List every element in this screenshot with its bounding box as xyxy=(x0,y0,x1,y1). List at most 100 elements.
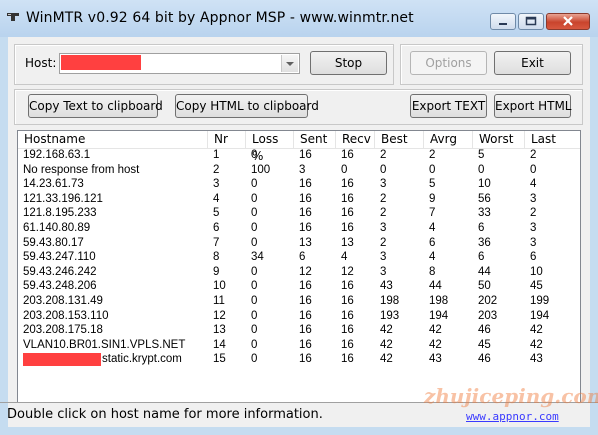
cell-recv: 16 xyxy=(341,192,354,205)
cell-hostname: 59.43.247.110 xyxy=(23,251,96,264)
table-row[interactable]: 203.208.131.49 11 0 16 16 198 198 202 199 xyxy=(18,294,580,308)
cell-hostname: 59.43.80.17 xyxy=(23,236,84,249)
cell-sent: 13 xyxy=(299,236,312,249)
cell-sent: 16 xyxy=(299,309,312,322)
cell-hostname: 192.168.63.1 xyxy=(23,149,91,161)
cell-loss: 0 xyxy=(251,192,258,205)
cell-last: 3 xyxy=(530,192,537,205)
cell-nr: 11 xyxy=(213,295,225,307)
title-bar[interactable]: WinMTR v0.92 64 bit by Appnor MSP - www.… xyxy=(0,0,598,37)
close-icon xyxy=(563,16,573,26)
cell-best: 193 xyxy=(380,309,400,322)
cell-hostname: 203.208.153.110 xyxy=(23,309,109,322)
cell-best: 2 xyxy=(380,149,387,161)
appnor-link[interactable]: www.appnor.com xyxy=(466,410,559,423)
cell-avrg: 8 xyxy=(429,265,436,278)
cell-recv: 13 xyxy=(341,236,354,249)
cell-nr: 4 xyxy=(213,192,220,205)
status-text: Double click on host name for more infor… xyxy=(7,407,323,422)
cell-last: 45 xyxy=(530,280,543,293)
cell-worst: 46 xyxy=(478,353,491,366)
column-header-loss[interactable]: Loss % xyxy=(246,131,294,163)
cell-loss: 34 xyxy=(251,251,264,264)
cell-worst: 10 xyxy=(478,178,491,191)
cell-avrg: 44 xyxy=(429,280,442,293)
table-row[interactable]: 61.140.80.89 6 0 16 16 3 4 6 3 xyxy=(18,221,580,235)
cell-last: 42 xyxy=(530,338,543,351)
options-button[interactable]: Options xyxy=(410,51,487,75)
table-row[interactable]: 59.43.247.110 8 34 6 4 3 4 6 6 xyxy=(18,250,580,264)
table-row[interactable]: No response from host 2 100 3 0 0 0 0 0 xyxy=(18,163,580,177)
cell-loss: 0 xyxy=(251,280,258,293)
cell-hostname: 14.23.61.73 xyxy=(23,178,84,191)
cell-sent: 16 xyxy=(299,192,312,205)
minimize-button[interactable] xyxy=(490,13,516,30)
column-header-nr[interactable]: Nr xyxy=(208,131,246,148)
cell-loss: 0 xyxy=(251,207,258,220)
table-row[interactable]: static.krypt.com 15 0 16 16 42 43 46 43 xyxy=(18,352,580,367)
maximize-icon xyxy=(525,16,537,26)
cell-sent: 16 xyxy=(299,324,312,337)
column-header-sent[interactable]: Sent xyxy=(294,131,336,148)
client-area: Host: Stop Options Exit Copy Text to cli… xyxy=(8,37,590,427)
cell-nr: 14 xyxy=(213,338,226,351)
cell-loss: 0 xyxy=(251,222,258,234)
table-row[interactable]: 203.208.175.18 13 0 16 16 42 42 46 42 xyxy=(18,323,580,337)
cell-worst: 203 xyxy=(478,309,498,322)
cell-recv: 16 xyxy=(341,324,354,337)
results-table[interactable]: Hostname Nr Loss % Sent Recv Best Avrg Worst Las… xyxy=(17,130,581,403)
cell-recv: 16 xyxy=(341,353,354,366)
table-row[interactable]: VLAN10.BR01.SIN1.VPLS.NET 14 0 16 16 42 42 45 42 xyxy=(18,338,580,352)
table-row[interactable]: 192.168.63.1 1 0 16 16 2 2 5 2 xyxy=(18,148,580,162)
table-row[interactable]: 121.33.196.121 4 0 16 16 2 9 56 3 xyxy=(18,192,580,206)
column-header-recv[interactable]: Recv xyxy=(336,131,375,148)
table-row[interactable]: 121.8.195.233 5 0 16 16 2 7 33 2 xyxy=(18,206,580,220)
cell-best: 3 xyxy=(380,265,387,278)
cell-recv: 16 xyxy=(341,338,354,351)
cell-loss: 0 xyxy=(251,309,258,322)
cell-loss: 0 xyxy=(251,353,258,366)
column-header-avrg[interactable]: Avrg xyxy=(424,131,473,148)
export-html-button[interactable]: Export HTML xyxy=(494,94,572,118)
export-text-button[interactable]: Export TEXT xyxy=(410,94,487,118)
table-row[interactable]: 59.43.80.17 7 0 13 13 2 6 36 3 xyxy=(18,236,580,250)
column-header-last[interactable]: Last xyxy=(525,131,580,148)
column-header-hostname[interactable]: Hostname xyxy=(18,131,208,148)
cell-hostname: 203.208.131.49 xyxy=(23,295,103,307)
maximize-button[interactable] xyxy=(518,13,544,30)
table-row[interactable]: 14.23.61.73 3 0 16 16 3 5 10 4 xyxy=(18,177,580,191)
cell-sent: 16 xyxy=(299,207,312,220)
stop-button[interactable]: Stop xyxy=(310,51,387,75)
winmtr-window: WinMTR v0.92 64 bit by Appnor MSP - www.… xyxy=(0,0,598,435)
exit-button[interactable]: Exit xyxy=(494,51,571,75)
cell-avrg: 42 xyxy=(429,324,442,337)
cell-nr: 12 xyxy=(213,309,226,322)
cell-avrg: 43 xyxy=(429,353,442,366)
column-header-worst[interactable]: Worst xyxy=(473,131,525,148)
column-header-best[interactable]: Best xyxy=(375,131,424,148)
cell-sent: 16 xyxy=(299,295,312,307)
cell-hostname: 203.208.175.18 xyxy=(23,324,103,337)
cell-best: 0 xyxy=(380,163,387,176)
host-combobox[interactable] xyxy=(59,53,300,74)
copy-text-button[interactable]: Copy Text to clipboard xyxy=(28,94,163,118)
table-row[interactable]: 203.208.153.110 12 0 16 16 193 194 203 194 xyxy=(18,309,580,323)
cell-best: 42 xyxy=(380,353,393,366)
app-icon xyxy=(7,13,19,21)
redacted-host xyxy=(61,55,141,70)
copy-html-button[interactable]: Copy HTML to clipboard xyxy=(175,94,319,118)
cell-nr: 3 xyxy=(213,178,220,191)
cell-sent: 16 xyxy=(299,353,312,366)
cell-avrg: 9 xyxy=(429,192,436,205)
table-row[interactable]: 59.43.246.242 9 0 12 12 3 8 44 10 xyxy=(18,265,580,279)
cell-best: 3 xyxy=(380,178,387,191)
cell-recv: 16 xyxy=(341,295,354,307)
chevron-down-icon[interactable] xyxy=(281,55,298,72)
close-button[interactable] xyxy=(546,13,590,30)
cell-nr: 8 xyxy=(213,251,220,264)
minimize-icon xyxy=(499,23,507,25)
cell-sent: 16 xyxy=(299,222,312,234)
cell-last: 3 xyxy=(530,236,537,249)
table-row[interactable]: 59.43.248.206 10 0 16 16 43 44 50 45 xyxy=(18,279,580,293)
cell-hostname: 121.33.196.121 xyxy=(23,192,103,205)
